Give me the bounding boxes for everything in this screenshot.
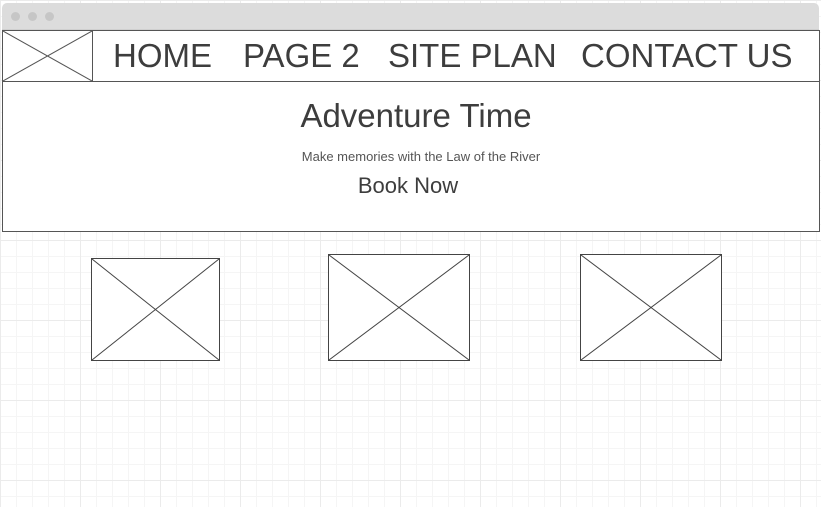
logo-placeholder[interactable] [3, 31, 93, 81]
image-placeholder-icon [581, 255, 721, 360]
book-now-link[interactable]: Book Now [3, 173, 813, 199]
nav-site-plan-link[interactable]: SITE PLAN [388, 37, 557, 75]
gallery-image-1 [91, 258, 220, 361]
gallery-image-2 [328, 254, 470, 361]
image-placeholder-icon [3, 31, 92, 81]
navbar: HOME PAGE 2 SITE PLAN CONTACT US [3, 31, 819, 82]
hero-title: Adventure Time [300, 97, 532, 134]
hero-subtitle: Make memories with the Law of the River [301, 149, 541, 164]
browser-window: HOME PAGE 2 SITE PLAN CONTACT US Adventu… [0, 0, 821, 507]
nav-home-link[interactable]: HOME [113, 37, 212, 75]
window-maximize-dot[interactable] [45, 12, 54, 21]
window-close-dot[interactable] [11, 12, 20, 21]
nav-contact-us-link[interactable]: CONTACT US [581, 37, 792, 75]
image-placeholder-icon [329, 255, 469, 360]
image-placeholder-icon [92, 259, 219, 360]
header-panel: HOME PAGE 2 SITE PLAN CONTACT US Adventu… [2, 30, 820, 232]
window-minimize-dot[interactable] [28, 12, 37, 21]
nav-page-2-link[interactable]: PAGE 2 [243, 37, 360, 75]
gallery-image-3 [580, 254, 722, 361]
window-titlebar [2, 3, 819, 30]
